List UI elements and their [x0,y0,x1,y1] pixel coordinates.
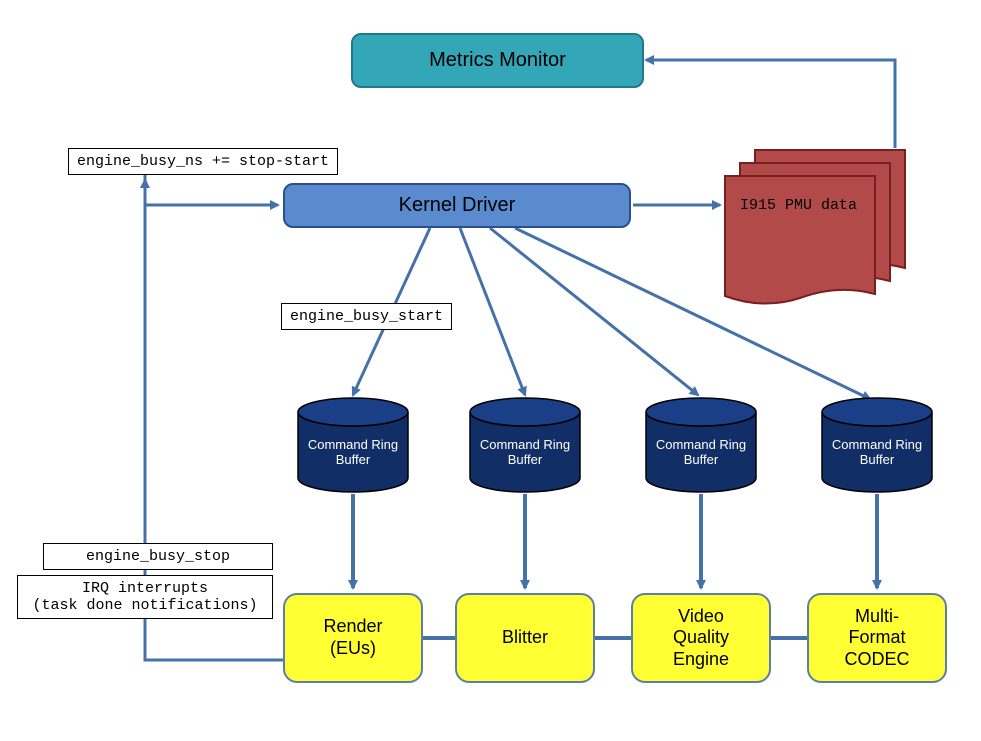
kernel-driver-label: Kernel Driver [399,194,516,217]
engine-vqe-label: Video Quality Engine [673,606,729,671]
engine-render-label: Render (EUs) [323,616,382,659]
cylinder-label-3: Command Ring Buffer [646,438,756,468]
arrow-driver-to-cyl2 [460,228,525,395]
pmu-docs [725,150,905,304]
arrow-driver-to-cyl3 [490,228,698,395]
metrics-monitor-box: Metrics Monitor [351,33,644,88]
engine-vqe: Video Quality Engine [631,593,771,683]
arrow-busyns-to-driver [145,175,278,205]
note-engine-busy-ns: engine_busy_ns += stop-start [68,148,338,175]
note-engine-busy-stop: engine_busy_stop [43,543,273,570]
engine-codec: Multi- Format CODEC [807,593,947,683]
engine-render: Render (EUs) [283,593,423,683]
note-irq-interrupts: IRQ interrupts (task done notifications) [17,575,273,619]
pmu-data-label: I915 PMU data [740,197,857,214]
note-engine-busy-start: engine_busy_start [281,303,452,330]
engine-blitter-label: Blitter [502,627,548,649]
engine-blitter: Blitter [455,593,595,683]
metrics-monitor-label: Metrics Monitor [429,49,566,72]
cylinder-label-1: Command Ring Buffer [298,438,408,468]
engine-codec-label: Multi- Format CODEC [844,606,909,671]
kernel-driver-box: Kernel Driver [283,183,631,228]
arrow-pmu-to-monitor [646,60,895,148]
cylinder-label-4: Command Ring Buffer [822,438,932,468]
cylinder-label-2: Command Ring Buffer [470,438,580,468]
arrow-driver-to-cyl4 [515,228,870,399]
